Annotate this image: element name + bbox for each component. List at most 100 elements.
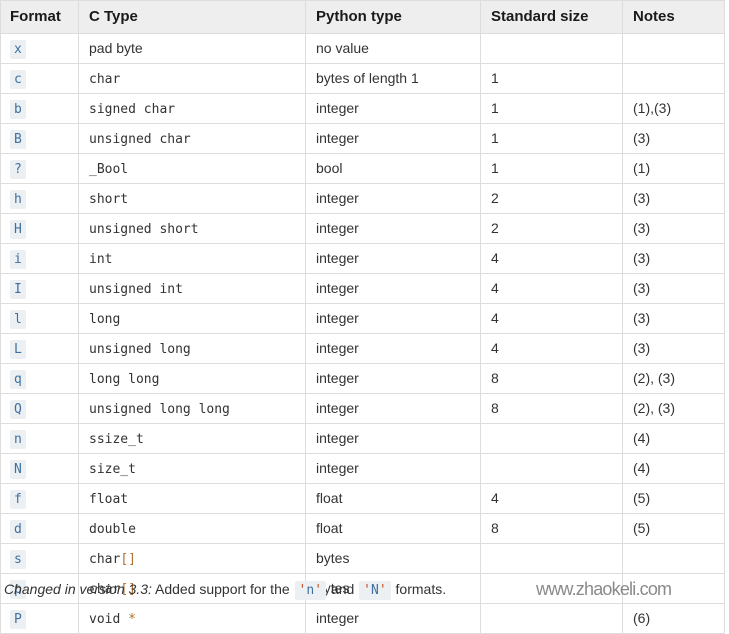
format-code: x xyxy=(10,39,26,59)
cell-python-type: integer xyxy=(305,273,481,304)
cell-standard-size xyxy=(480,543,623,574)
cell-c-type: int xyxy=(78,243,306,274)
cell-c-type: void * xyxy=(78,603,306,634)
cell-python-type: integer xyxy=(305,93,481,124)
cell-notes: (6) xyxy=(622,603,725,634)
cell-c-type: pad byte xyxy=(78,33,306,64)
cell-c-type: long xyxy=(78,303,306,334)
struct-format-table: Format C Type Python type Standard size … xyxy=(0,0,725,634)
c-type-value: unsigned int xyxy=(89,281,183,297)
cell-c-type: short xyxy=(78,183,306,214)
cell-format: P xyxy=(0,603,79,634)
cell-python-type: integer xyxy=(305,423,481,454)
c-type-value: char[] xyxy=(89,551,136,567)
format-code: b xyxy=(10,99,26,119)
cell-standard-size: 8 xyxy=(480,513,623,544)
cell-python-type: integer xyxy=(305,243,481,274)
cell-python-type: float xyxy=(305,483,481,514)
version-note-text-middle: and xyxy=(327,581,359,597)
table-row: n ssize_t integer (4) xyxy=(0,423,725,454)
c-type-value: signed char xyxy=(89,101,176,117)
format-code: B xyxy=(10,129,26,149)
c-type-value: size_t xyxy=(89,461,136,477)
format-code: L xyxy=(10,339,26,359)
format-code: c xyxy=(10,69,26,89)
cell-standard-size: 1 xyxy=(480,63,623,94)
cell-c-type: unsigned int xyxy=(78,273,306,304)
cell-standard-size: 4 xyxy=(480,333,623,364)
format-code: N xyxy=(10,459,26,479)
table-row: Iunsigned int integer 4 (3) xyxy=(0,273,725,304)
table-row: x pad byte no value xyxy=(0,33,725,64)
cell-notes: (3) xyxy=(622,273,725,304)
cell-notes: (4) xyxy=(622,423,725,454)
c-type-value: unsigned short xyxy=(89,221,199,237)
cell-python-type: bytes xyxy=(305,543,481,574)
table-row: d double float 8 (5) xyxy=(0,513,725,544)
site-watermark: www.zhaokeli.com xyxy=(536,579,672,599)
format-code: P xyxy=(10,609,26,629)
cell-notes: (3) xyxy=(622,123,725,154)
cell-c-type: unsigned short xyxy=(78,213,306,244)
c-type-value: ssize_t xyxy=(89,431,144,447)
c-type-value: _Bool xyxy=(89,161,129,177)
format-code: I xyxy=(10,279,26,299)
cell-python-type: integer xyxy=(305,333,481,364)
cell-format: q xyxy=(0,363,79,394)
cell-standard-size: 1 xyxy=(480,153,623,184)
table-body: x pad byte no value c char bytes of length 11… xyxy=(0,33,725,634)
c-type-value: int xyxy=(89,251,113,267)
cell-notes xyxy=(622,63,725,94)
cell-python-type: integer xyxy=(305,213,481,244)
table-row: q long long integer 8 (2), (3) xyxy=(0,363,725,394)
cell-c-type: char xyxy=(78,63,306,94)
cell-c-type: unsigned long long xyxy=(78,393,306,424)
cell-format: ? xyxy=(0,153,79,184)
cell-standard-size: 4 xyxy=(480,273,623,304)
c-type-value: double xyxy=(89,521,136,537)
table-row: Qunsigned long long integer 8 (2), (3) xyxy=(0,393,725,424)
cell-python-type: bool xyxy=(305,153,481,184)
cell-python-type: integer xyxy=(305,393,481,424)
cell-standard-size xyxy=(480,33,623,64)
table-row: Lunsigned long integer 4 (3) xyxy=(0,333,725,364)
cell-notes: (3) xyxy=(622,183,725,214)
cell-standard-size: 4 xyxy=(480,303,623,334)
cell-python-type: integer xyxy=(305,183,481,214)
format-code: ? xyxy=(10,159,26,179)
format-code: H xyxy=(10,219,26,239)
column-header-c-type: C Type xyxy=(78,0,306,34)
cell-c-type: float xyxy=(78,483,306,514)
column-header-notes: Notes xyxy=(622,0,725,34)
cell-python-type: no value xyxy=(305,33,481,64)
c-type-value: unsigned long long xyxy=(89,401,230,417)
cell-format: x xyxy=(0,33,79,64)
cell-python-type: bytes of length 1 xyxy=(305,63,481,94)
cell-notes: (5) xyxy=(622,483,725,514)
cell-c-type: long long xyxy=(78,363,306,394)
table-row: Bunsigned char integer 1 (3) xyxy=(0,123,725,154)
cell-standard-size: 4 xyxy=(480,243,623,274)
format-code: h xyxy=(10,189,26,209)
table-row: ? _Bool bool 1 (1) xyxy=(0,153,725,184)
cell-notes xyxy=(622,543,725,574)
cell-c-type: unsigned char xyxy=(78,123,306,154)
c-type-value: float xyxy=(89,491,129,507)
format-code: i xyxy=(10,249,26,269)
cell-format: f xyxy=(0,483,79,514)
cell-notes: (1) xyxy=(622,153,725,184)
cell-python-type: integer xyxy=(305,603,481,634)
c-type-value: unsigned char xyxy=(89,131,191,147)
cell-format: Q xyxy=(0,393,79,424)
c-type-value: long long xyxy=(89,371,160,387)
table-row: Hunsigned short integer 2 (3) xyxy=(0,213,725,244)
format-code: d xyxy=(10,519,26,539)
c-type-value: long xyxy=(89,311,121,327)
table-row: Nsize_t integer (4) xyxy=(0,453,725,484)
table-row: l long integer 4 (3) xyxy=(0,303,725,334)
cell-c-type: char[] xyxy=(78,543,306,574)
cell-format: s xyxy=(0,543,79,574)
c-type-value: char xyxy=(89,71,121,87)
table-row: h short integer 2 (3) xyxy=(0,183,725,214)
cell-standard-size xyxy=(480,423,623,454)
